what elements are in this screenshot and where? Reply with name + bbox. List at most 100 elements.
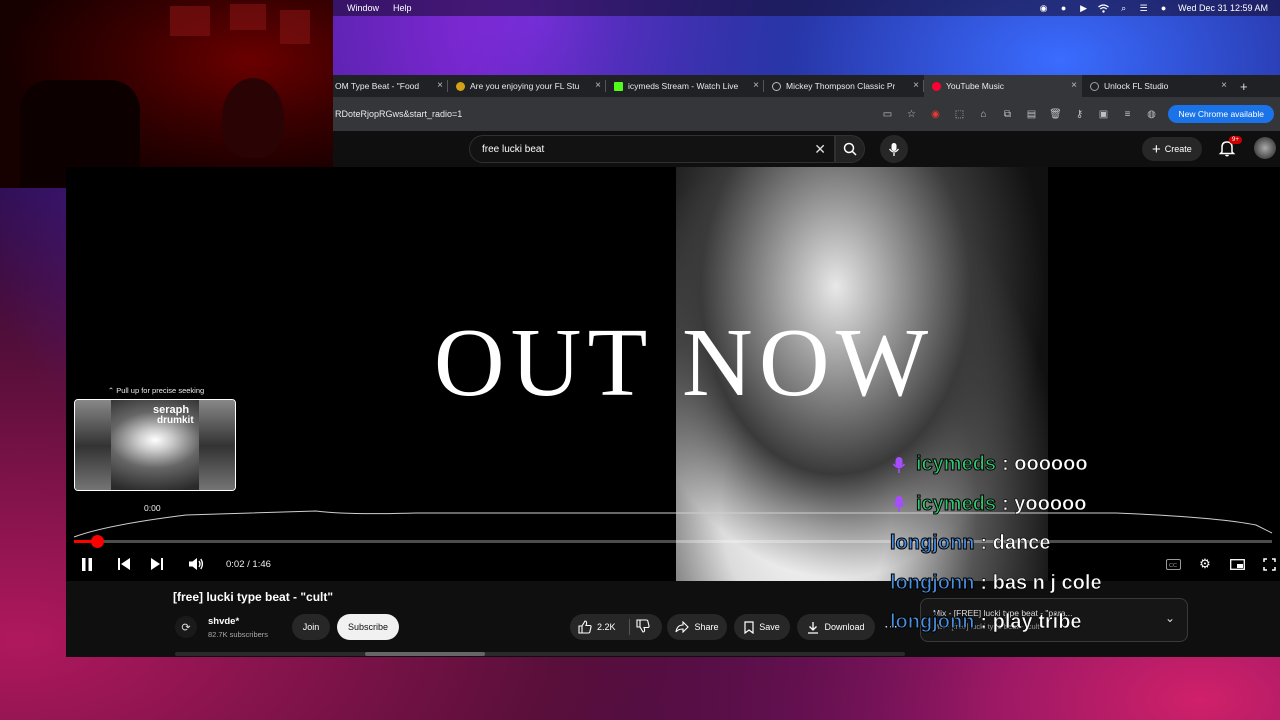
trash-icon[interactable]: 🗑 bbox=[1048, 107, 1062, 121]
download-button[interactable]: Download bbox=[797, 614, 875, 640]
cast-icon[interactable]: ▭ bbox=[880, 107, 894, 121]
tab-fl-studio-survey[interactable]: Are you enjoying your FL Stu × bbox=[448, 75, 606, 97]
tab-label: Are you enjoying your FL Stu bbox=[470, 81, 580, 91]
chat-message: longjonn: play tribe bbox=[889, 603, 1190, 643]
chat-text: : play tribe bbox=[980, 611, 1082, 634]
account-avatar[interactable] bbox=[1254, 137, 1276, 159]
search-icon[interactable]: ⌕ bbox=[1118, 3, 1129, 13]
scrollbar-thumb[interactable] bbox=[365, 652, 485, 656]
subscribe-button[interactable]: Subscribe bbox=[337, 614, 399, 640]
control-center-icon[interactable]: ☰ bbox=[1138, 3, 1149, 13]
menu-help[interactable]: Help bbox=[393, 3, 412, 13]
sidebar-icon[interactable]: ▤ bbox=[1024, 107, 1038, 121]
record-icon[interactable]: ◉ bbox=[1038, 3, 1049, 13]
close-icon[interactable]: × bbox=[753, 80, 759, 91]
video-title: [free] lucki type beat - "cult" bbox=[173, 590, 334, 604]
browser-toolbar: ▭ ☆ ◉ ⬚ ⌂ ⧉ ▤ 🗑 ⚷ ▣ ≡ ◍ New Chrome avail… bbox=[880, 105, 1280, 123]
vpn-icon[interactable]: ● bbox=[1058, 3, 1069, 13]
channel-avatar[interactable]: ⟳ bbox=[175, 616, 197, 638]
youtube-music-favicon-icon bbox=[932, 81, 941, 91]
chat-message: longjonn: dance bbox=[889, 524, 1190, 564]
previous-button[interactable] bbox=[115, 555, 133, 573]
search-input[interactable]: free lucki beat ✕ bbox=[469, 135, 835, 163]
translate-icon[interactable]: ⧉ bbox=[1000, 107, 1014, 121]
menu-window[interactable]: Window bbox=[347, 3, 379, 13]
profile-icon[interactable]: ◍ bbox=[1144, 107, 1158, 121]
dislike-button[interactable] bbox=[636, 619, 650, 635]
preview-band bbox=[199, 400, 235, 490]
new-chrome-available-button[interactable]: New Chrome available bbox=[1168, 105, 1274, 123]
thumbs-up-icon bbox=[578, 620, 592, 634]
next-button[interactable] bbox=[147, 555, 165, 573]
chat-text: : dance bbox=[980, 532, 1051, 555]
scrubber-handle[interactable] bbox=[91, 535, 104, 548]
url-field[interactable]: RDoteRjopRGws&start_radio=1 bbox=[335, 109, 462, 119]
time-display: 0:02 / 1:46 bbox=[226, 559, 271, 570]
microphone-icon bbox=[888, 142, 900, 156]
create-button[interactable]: + Create bbox=[1142, 137, 1202, 161]
tab-om-type-beat[interactable]: OM Type Beat - "Food × bbox=[333, 75, 448, 97]
horizontal-scrollbar[interactable] bbox=[175, 652, 905, 656]
close-icon[interactable]: × bbox=[437, 80, 443, 91]
channel-name[interactable]: shvde* bbox=[208, 616, 239, 627]
fullscreen-button[interactable] bbox=[1260, 555, 1278, 573]
tab-unlock-fl-studio[interactable]: Unlock FL Studio × bbox=[1082, 75, 1232, 97]
wifi-icon[interactable] bbox=[1098, 3, 1109, 13]
chat-username: longjonn bbox=[889, 532, 975, 555]
like-button[interactable]: 2.2K bbox=[578, 620, 616, 634]
person-silhouette bbox=[222, 78, 284, 158]
voice-search-button[interactable] bbox=[880, 135, 908, 163]
webcam-overlay bbox=[0, 0, 333, 188]
extension-icon[interactable]: ⬚ bbox=[952, 107, 966, 121]
miniplayer-button[interactable] bbox=[1228, 555, 1246, 573]
screen: Window Help ◉ ● ▶ ⌕ ☰ ● Wed Dec 31 12:59… bbox=[0, 0, 1280, 720]
tab-mickey-thompson[interactable]: Mickey Thompson Classic Pr × bbox=[764, 75, 924, 97]
bookmark-star-icon[interactable]: ☆ bbox=[904, 107, 918, 121]
fl-studio-favicon-icon bbox=[456, 81, 465, 91]
search-button[interactable] bbox=[835, 135, 865, 163]
preview-band bbox=[75, 400, 111, 490]
miniplayer-icon bbox=[1229, 558, 1245, 570]
new-tab-icon[interactable]: + bbox=[1240, 79, 1248, 94]
microphone-badge-icon bbox=[892, 456, 906, 473]
tab-label: OM Type Beat - "Food bbox=[335, 81, 420, 91]
share-label: Share bbox=[694, 622, 719, 632]
tab-label: Mickey Thompson Classic Pr bbox=[786, 81, 896, 91]
download-label: Download bbox=[824, 622, 865, 632]
close-icon[interactable]: × bbox=[913, 80, 919, 91]
join-button[interactable]: Join bbox=[292, 614, 330, 640]
volume-button[interactable] bbox=[187, 555, 205, 573]
chat-username: longjonn bbox=[889, 571, 975, 594]
chat-username: icymeds bbox=[915, 492, 997, 515]
chat-message: icymeds: oooooo bbox=[890, 445, 1190, 485]
devices-icon[interactable]: ▣ bbox=[1096, 107, 1110, 121]
settings-button[interactable]: ⚙ bbox=[1196, 555, 1214, 573]
volume-icon bbox=[189, 558, 204, 570]
clear-search-icon[interactable]: ✕ bbox=[814, 141, 826, 158]
play-circle-icon[interactable]: ▶ bbox=[1078, 3, 1089, 13]
extension-icon[interactable]: ⌂ bbox=[976, 107, 990, 121]
tab-icymeds-stream[interactable]: icymeds Stream - Watch Live × bbox=[606, 75, 764, 97]
tab-youtube-music[interactable]: YouTube Music × bbox=[924, 75, 1082, 97]
key-icon[interactable]: ⚷ bbox=[1072, 107, 1086, 121]
wall-poster bbox=[230, 4, 266, 30]
clock[interactable]: Wed Dec 31 12:59 AM bbox=[1178, 3, 1268, 13]
close-icon[interactable]: × bbox=[595, 80, 601, 91]
create-label: Create bbox=[1164, 144, 1192, 154]
status-area: ◉ ● ▶ ⌕ ☰ ● Wed Dec 31 12:59 AM bbox=[1038, 3, 1280, 14]
save-label: Save bbox=[759, 622, 780, 632]
share-button[interactable]: Share bbox=[667, 614, 727, 640]
pause-button[interactable] bbox=[78, 555, 96, 573]
reading-list-icon[interactable]: ≡ bbox=[1120, 107, 1134, 121]
record-extension-icon[interactable]: ◉ bbox=[928, 107, 942, 121]
pause-icon bbox=[82, 557, 92, 571]
search-query: free lucki beat bbox=[482, 143, 545, 155]
close-icon[interactable]: × bbox=[1071, 80, 1077, 91]
tab-label: YouTube Music bbox=[946, 81, 1004, 91]
save-button[interactable]: Save bbox=[734, 614, 790, 640]
tab-label: Unlock FL Studio bbox=[1104, 81, 1169, 91]
like-count: 2.2K bbox=[597, 622, 616, 632]
siri-icon[interactable]: ● bbox=[1158, 3, 1169, 13]
preview-text: drumkit bbox=[157, 415, 194, 426]
close-icon[interactable]: × bbox=[1221, 80, 1227, 91]
